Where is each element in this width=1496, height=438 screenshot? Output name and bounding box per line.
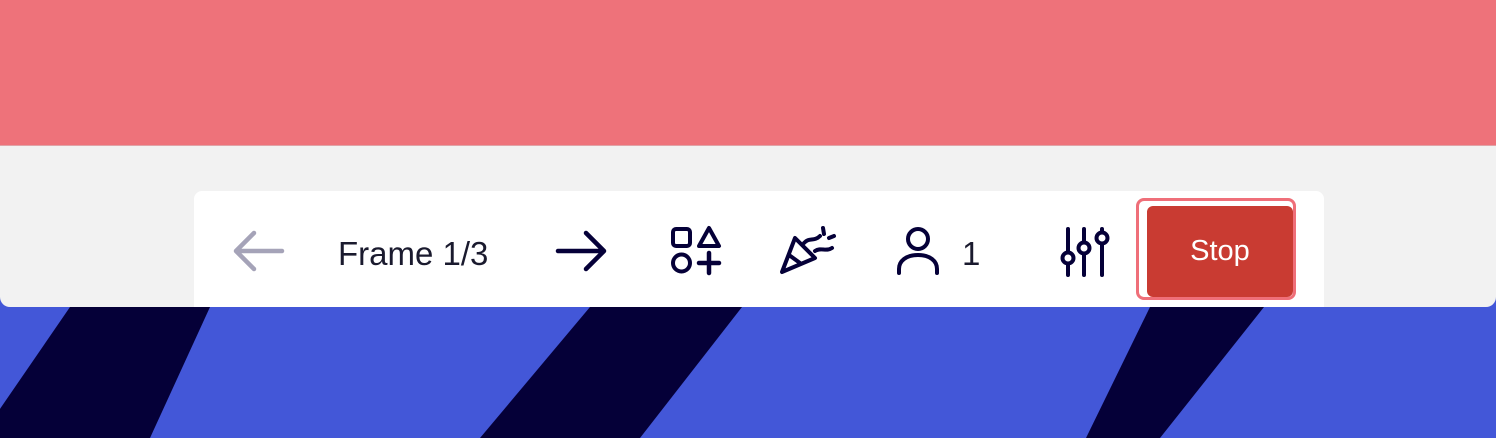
- celebrate-button[interactable]: [776, 225, 838, 277]
- shapes-button[interactable]: [668, 225, 724, 277]
- participant-count: 1: [962, 235, 981, 272]
- frame-counter: Frame 1/3: [338, 235, 489, 272]
- settings-button[interactable]: [1058, 227, 1114, 277]
- arrow-left-icon: [233, 230, 285, 272]
- arrow-right-icon: [555, 230, 607, 272]
- sliders-icon: [1060, 227, 1110, 277]
- shapes-plus-icon: [671, 226, 722, 276]
- user-icon: [897, 227, 939, 275]
- presentation-toolbar: Frame 1/3 1 Stop: [194, 191, 1324, 307]
- participants-button[interactable]: [894, 225, 942, 277]
- next-frame-button[interactable]: [554, 227, 610, 275]
- party-popper-icon: [780, 226, 836, 274]
- frame-banner: [0, 0, 1496, 146]
- stop-button[interactable]: Stop: [1147, 206, 1293, 297]
- previous-frame-button[interactable]: [230, 227, 286, 275]
